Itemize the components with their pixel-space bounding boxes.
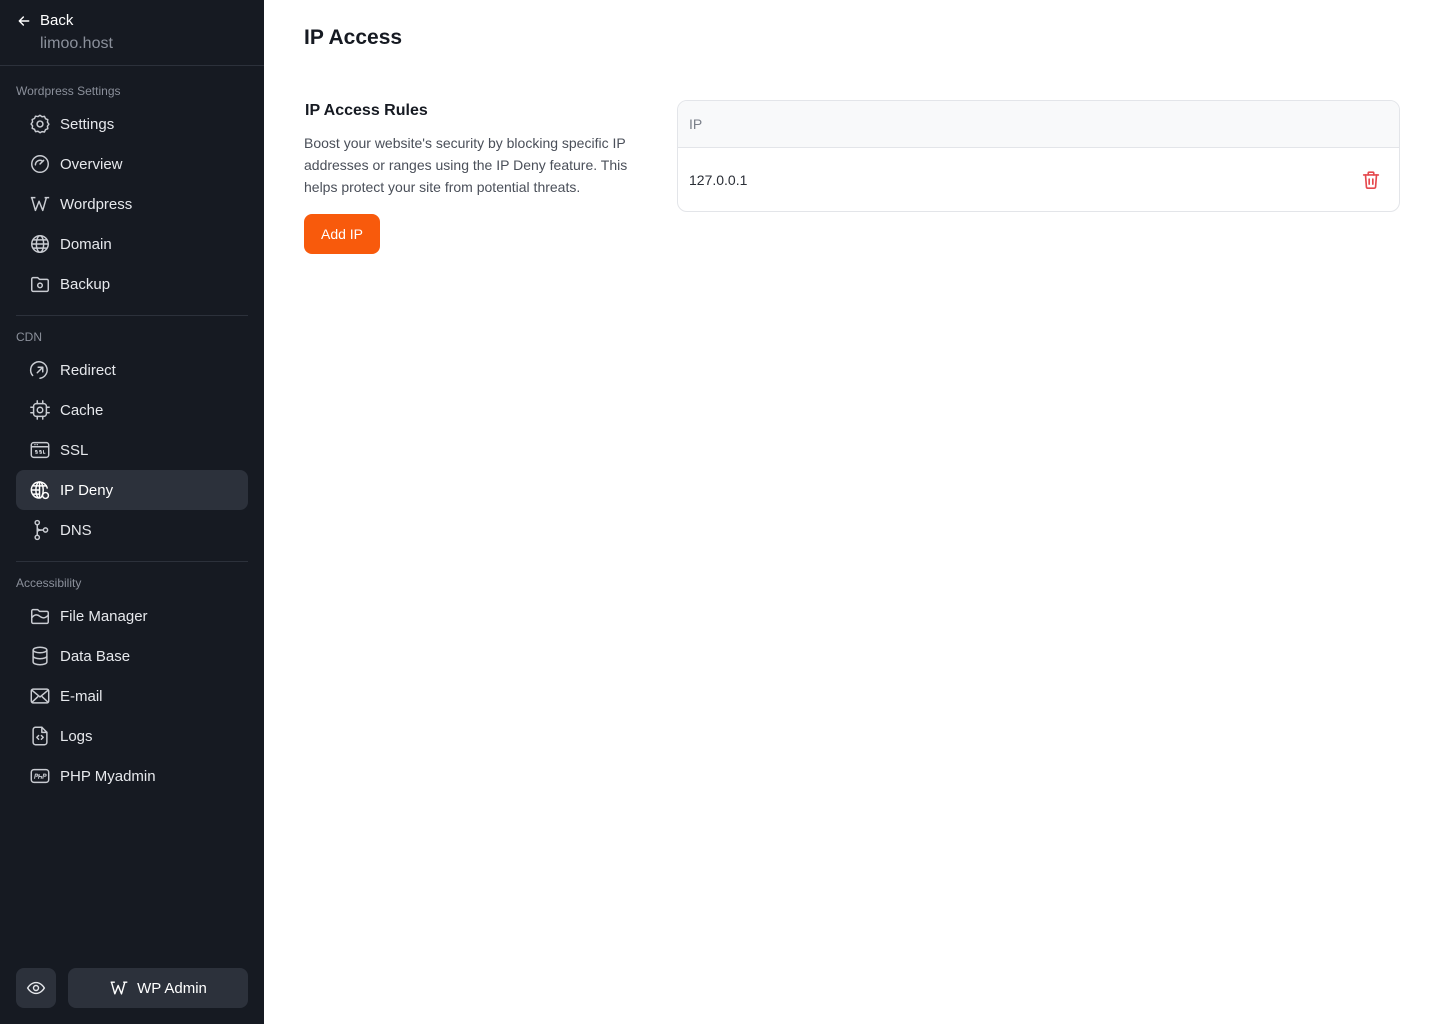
sidebar-item-label: IP Deny [60,481,114,499]
sidebar-item-file-manager[interactable]: File Manager [16,596,248,636]
sidebar-item-ssl[interactable]: SSL [16,430,248,470]
redirect-icon [28,358,52,382]
rules-description: Boost your website's security by blockin… [304,135,628,195]
sidebar-item-ip-deny[interactable]: IP Deny [16,470,248,510]
divider [16,561,248,562]
ip-table: IP 127.0.0.1 [677,100,1400,212]
sidebar-item-label: E-mail [60,687,103,705]
table-row: 127.0.0.1 [678,148,1399,211]
mail-icon [28,684,52,708]
sidebar-item-label: Data Base [60,647,131,665]
divider [16,315,248,316]
folder-open-icon [28,604,52,628]
section-title-wordpress-settings: Wordpress Settings [16,84,121,98]
wordpress-icon [110,981,128,995]
php-icon [28,764,52,788]
sidebar-item-label: File Manager [60,607,148,625]
sidebar-item-logs[interactable]: Logs [16,716,248,756]
ip-value: 127.0.0.1 [689,171,748,188]
table-header: IP [678,101,1399,148]
sidebar-item-data-base[interactable]: Data Base [16,636,248,676]
globe-icon [28,232,52,256]
sidebar-item-label: Logs [60,727,93,745]
sidebar-item-overview[interactable]: Overview [16,144,248,184]
trash-icon [1362,170,1380,189]
wordpress-icon [28,192,52,216]
sidebar-item-label: DNS [60,521,92,539]
database-icon [28,644,52,668]
sidebar-item-label: Overview [60,155,123,173]
sidebar-item-backup[interactable]: Backup [16,264,248,304]
eye-icon [26,981,46,995]
sidebar-item-cache[interactable]: Cache [16,390,248,430]
sidebar-item-label: PHP Myadmin [60,767,156,785]
sidebar-item-label: Wordpress [60,195,133,213]
add-ip-button[interactable]: Add IP [304,214,380,254]
dns-nodes-icon [28,518,52,542]
site-name: limoo.host [40,35,113,52]
wp-admin-button[interactable]: WP Admin [68,968,248,1008]
sidebar-item-e-mail[interactable]: E-mail [16,676,248,716]
delete-ip-button[interactable] [1359,168,1383,192]
sidebar-item-redirect[interactable]: Redirect [16,350,248,390]
section-title-accessibility: Accessibility [16,576,82,590]
rules-title: IP Access Rules [305,102,428,119]
sidebar-item-label: Redirect [60,361,116,379]
file-code-icon [28,724,52,748]
sidebar-item-label: Settings [60,115,115,133]
globe-lock-icon [28,478,52,502]
backup-folder-icon [28,272,52,296]
sidebar-item-label: SSL [60,441,89,459]
preview-button[interactable] [16,968,56,1008]
cpu-chip-icon [28,398,52,422]
sidebar: Back limoo.host Wordpress Settings Setti… [0,0,264,1024]
settings-gear-icon [28,112,52,136]
divider [0,65,264,66]
back-label: Back [40,12,74,29]
wp-admin-label: WP Admin [137,979,207,997]
sidebar-item-label: Backup [60,275,111,293]
column-header-ip: IP [689,116,703,132]
page-title: IP Access [304,26,403,49]
sidebar-item-domain[interactable]: Domain [16,224,248,264]
arrow-left-icon [18,15,30,26]
sidebar-item-dns[interactable]: DNS [16,510,248,550]
sidebar-item-label: Domain [60,235,112,253]
section-title-cdn: CDN [16,330,42,344]
back-button[interactable]: Back [16,12,73,29]
sidebar-item-wordpress[interactable]: Wordpress [16,184,248,224]
sidebar-item-settings[interactable]: Settings [16,104,248,144]
sidebar-item-label: Cache [60,401,104,419]
overview-gauge-icon [28,152,52,176]
ssl-icon [28,438,52,462]
sidebar-item-php-myadmin[interactable]: PHP Myadmin [16,756,248,796]
